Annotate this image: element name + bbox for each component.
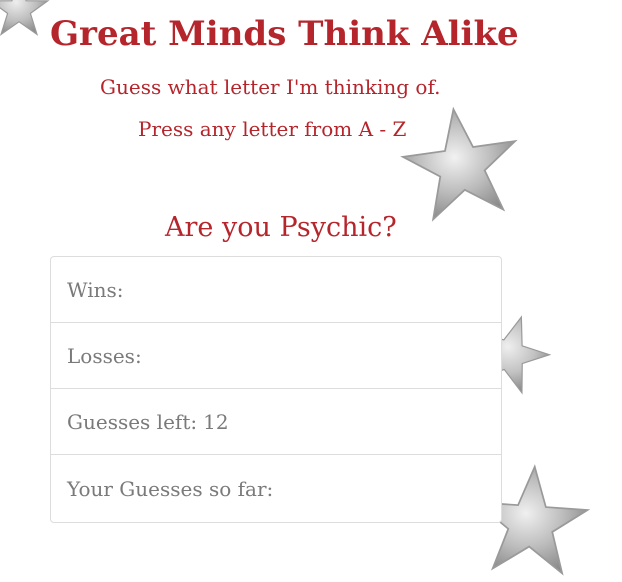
guesses-left-label: Guesses left: (67, 409, 198, 434)
stats-panel: Wins: Losses: Guesses left: 12 Your Gues… (50, 256, 502, 523)
game-heading: Are you Psychic? (165, 212, 397, 243)
wins-row: Wins: (51, 257, 501, 323)
game-prompt: Press any letter from A - Z (138, 117, 407, 141)
star-icon (396, 104, 526, 222)
game-instruction: Guess what letter I'm thinking of. (100, 75, 441, 99)
guesses-so-far-label: Your Guesses so far: (67, 476, 274, 501)
losses-label: Losses: (67, 343, 142, 368)
guesses-so-far-row: Your Guesses so far: (51, 455, 501, 522)
wins-label: Wins: (67, 277, 124, 302)
page-title: Great Minds Think Alike (50, 14, 519, 54)
losses-row: Losses: (51, 323, 501, 389)
guesses-left-row: Guesses left: 12 (51, 389, 501, 455)
star-icon (0, 0, 50, 38)
guesses-left-value: 12 (203, 409, 229, 434)
